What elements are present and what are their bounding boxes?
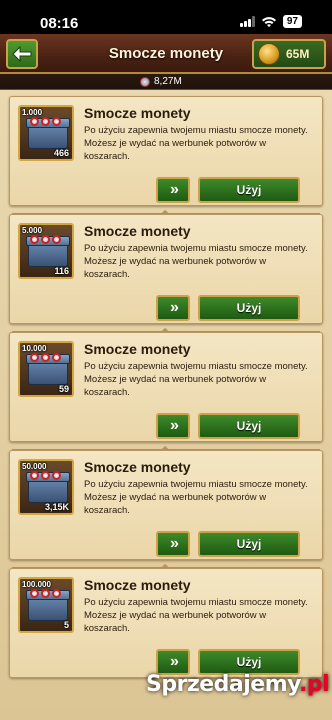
- signal-icon: [239, 16, 255, 27]
- resource-bar: 8,27M: [0, 74, 332, 90]
- item-description: Po użyciu zapewnia twojemu miastu smocze…: [84, 597, 308, 634]
- list-item: 5.000 116 Smocze monety Po użyciu zapewn…: [9, 214, 323, 324]
- item-amount: 1.000: [22, 108, 43, 117]
- item-title: Smocze monety: [84, 341, 191, 357]
- item-count: 3,15K: [44, 502, 69, 512]
- gold-coin-icon: [258, 43, 280, 65]
- chest-icon: [26, 354, 70, 385]
- list-item: 100.000 5 Smocze monety Po użyciu zapewn…: [9, 568, 323, 678]
- item-amount: 50.000: [22, 462, 47, 471]
- gold-counter[interactable]: 65M: [252, 39, 326, 69]
- gold-value: 65M: [286, 47, 310, 61]
- use-button[interactable]: Użyj: [198, 413, 300, 439]
- item-amount: 10.000: [22, 344, 47, 353]
- item-amount: 100.000: [22, 580, 51, 589]
- details-button[interactable]: »: [156, 295, 190, 321]
- item-count: 116: [54, 266, 69, 276]
- wifi-icon: [261, 16, 276, 27]
- item-title: Smocze monety: [84, 223, 191, 239]
- dragon-coin-icon: [140, 76, 150, 87]
- item-description: Po użyciu zapewnia twojemu miastu smocze…: [84, 125, 308, 162]
- item-count: 59: [58, 384, 69, 394]
- battery-icon: 97: [282, 15, 302, 28]
- list-item: 1.000 466 Smocze monety Po użyciu zapewn…: [9, 96, 323, 206]
- use-button[interactable]: Użyj: [198, 531, 300, 557]
- item-title: Smocze monety: [84, 459, 191, 475]
- item-image: 50.000 3,15K: [18, 459, 74, 515]
- item-description: Po użyciu zapewnia twojemu miastu smocze…: [84, 361, 308, 398]
- resource-value: 8,27M: [154, 76, 182, 87]
- use-button[interactable]: Użyj: [198, 177, 300, 203]
- use-button[interactable]: Użyj: [198, 295, 300, 321]
- item-description: Po użyciu zapewnia twojemu miastu smocze…: [84, 243, 308, 280]
- item-image: 5.000 116: [18, 223, 74, 279]
- chest-icon: [26, 590, 70, 621]
- watermark: Sprzedajemy.pl: [146, 672, 330, 697]
- item-count: 5: [63, 620, 69, 630]
- item-description: Po użyciu zapewnia twojemu miastu smocze…: [84, 479, 308, 516]
- details-button[interactable]: »: [156, 413, 190, 439]
- item-list: 1.000 466 Smocze monety Po użyciu zapewn…: [0, 90, 332, 720]
- status-time: 08:16: [40, 15, 79, 32]
- list-item: 10.000 59 Smocze monety Po użyciu zapewn…: [9, 332, 323, 442]
- chest-icon: [26, 472, 70, 503]
- list-item: 50.000 3,15K Smocze monety Po użyciu zap…: [9, 450, 323, 560]
- item-count: 466: [53, 148, 69, 158]
- item-amount: 5.000: [22, 226, 43, 235]
- details-button[interactable]: »: [156, 177, 190, 203]
- item-image: 10.000 59: [18, 341, 74, 397]
- status-bar: 08:16 97: [0, 0, 332, 34]
- status-icons: 97: [239, 15, 302, 28]
- item-image: 100.000 5: [18, 577, 74, 633]
- details-button[interactable]: »: [156, 531, 190, 557]
- chest-icon: [26, 118, 70, 149]
- item-title: Smocze monety: [84, 577, 191, 593]
- item-image: 1.000 466: [18, 105, 74, 161]
- chest-icon: [26, 236, 70, 267]
- header: Smocze monety 65M: [0, 34, 332, 74]
- item-title: Smocze monety: [84, 105, 191, 121]
